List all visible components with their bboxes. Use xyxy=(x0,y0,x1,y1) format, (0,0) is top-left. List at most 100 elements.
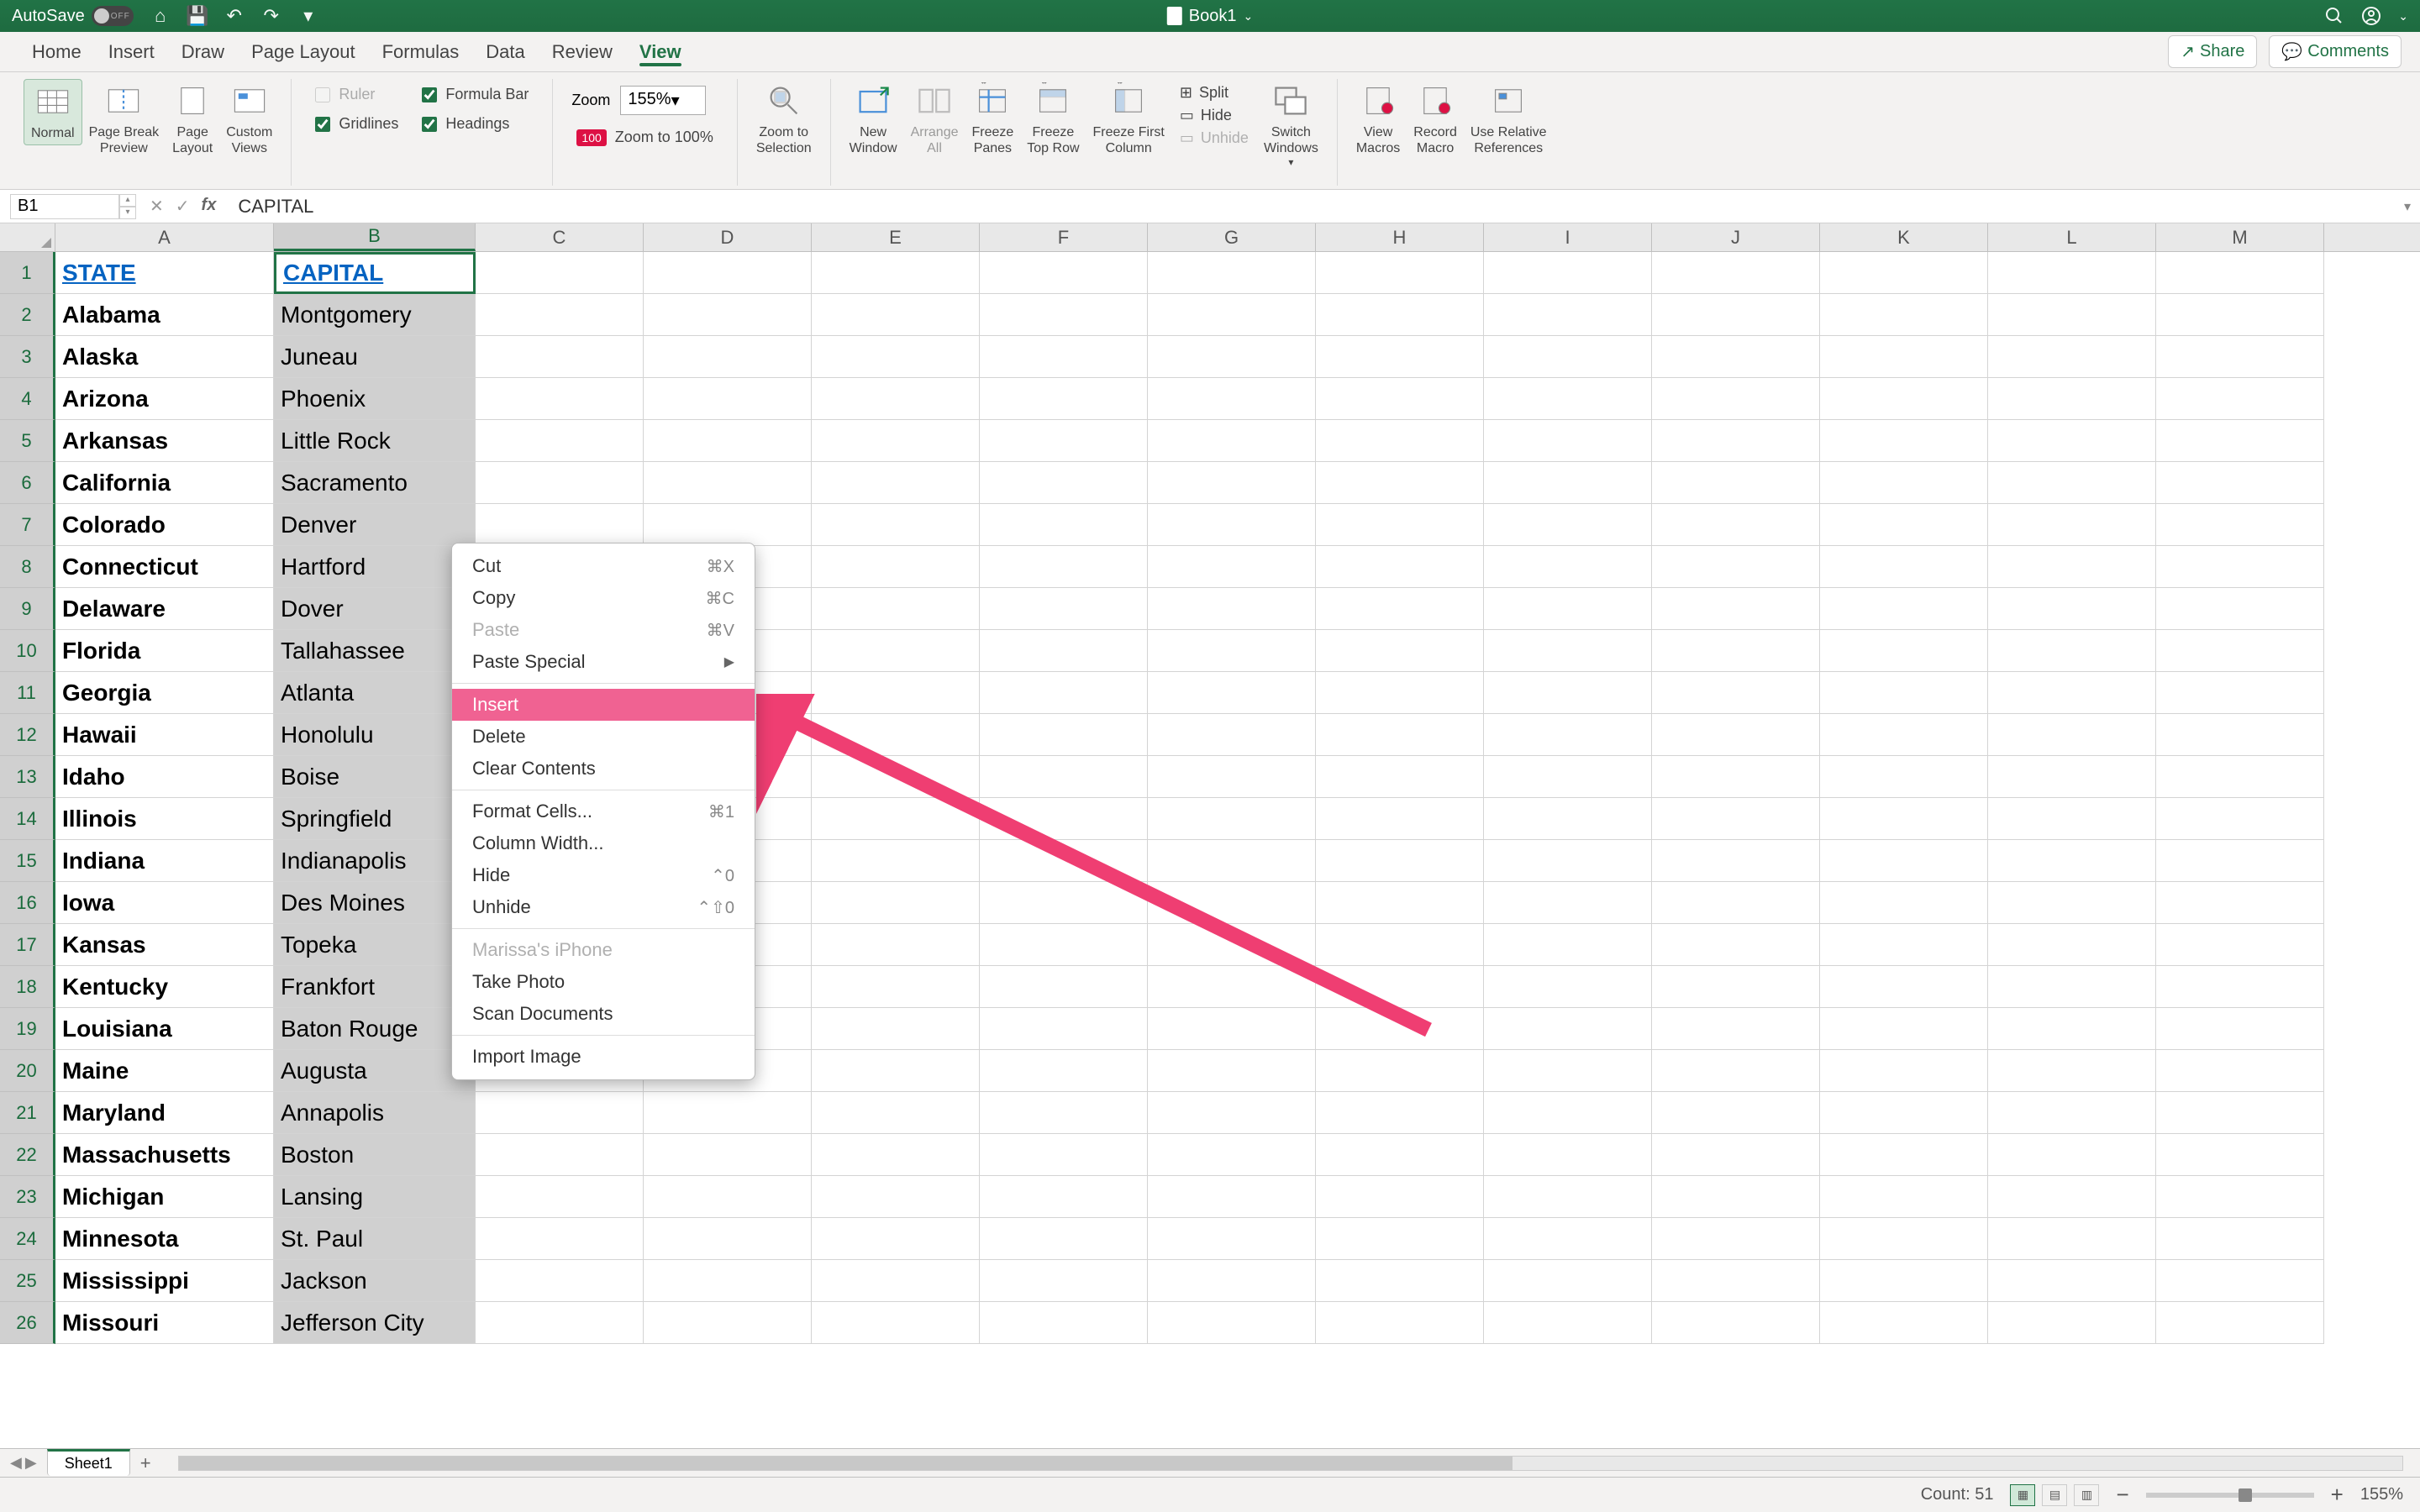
cell-B4[interactable]: Phoenix xyxy=(274,378,476,420)
cell-K19[interactable] xyxy=(1820,1008,1988,1050)
record-macro-button[interactable]: Record Macro xyxy=(1407,79,1464,160)
row-header[interactable]: 8 xyxy=(0,546,55,588)
cell-L17[interactable] xyxy=(1988,924,2156,966)
cell-M4[interactable] xyxy=(2156,378,2324,420)
row-header[interactable]: 16 xyxy=(0,882,55,924)
cell-F25[interactable] xyxy=(980,1260,1148,1302)
cell-C21[interactable] xyxy=(476,1092,644,1134)
cell-G22[interactable] xyxy=(1148,1134,1316,1176)
cell-G11[interactable] xyxy=(1148,672,1316,714)
cell-D22[interactable] xyxy=(644,1134,812,1176)
arrange-all-button[interactable]: Arrange All xyxy=(904,79,965,160)
cell-C2[interactable] xyxy=(476,294,644,336)
tab-formulas[interactable]: Formulas xyxy=(369,32,473,71)
cell-E16[interactable] xyxy=(812,882,980,924)
cell-F3[interactable] xyxy=(980,336,1148,378)
normal-view-icon[interactable]: ▦ xyxy=(2010,1484,2035,1506)
cell-G8[interactable] xyxy=(1148,546,1316,588)
cell-H16[interactable] xyxy=(1316,882,1484,924)
context-menu-insert[interactable]: Insert xyxy=(452,689,755,721)
cell-L19[interactable] xyxy=(1988,1008,2156,1050)
ruler-checkbox[interactable]: Ruler xyxy=(315,86,398,103)
cell-G26[interactable] xyxy=(1148,1302,1316,1344)
cell-E24[interactable] xyxy=(812,1218,980,1260)
cell-G25[interactable] xyxy=(1148,1260,1316,1302)
cell-I18[interactable] xyxy=(1484,966,1652,1008)
cell-G20[interactable] xyxy=(1148,1050,1316,1092)
cell-E10[interactable] xyxy=(812,630,980,672)
cell-B22[interactable]: Boston xyxy=(274,1134,476,1176)
cell-A10[interactable]: Florida xyxy=(55,630,274,672)
column-header-B[interactable]: B xyxy=(274,223,476,251)
cell-E26[interactable] xyxy=(812,1302,980,1344)
context-menu-paste-special[interactable]: Paste Special▶ xyxy=(452,646,755,678)
cell-G5[interactable] xyxy=(1148,420,1316,462)
cell-F11[interactable] xyxy=(980,672,1148,714)
cell-K17[interactable] xyxy=(1820,924,1988,966)
cell-B21[interactable]: Annapolis xyxy=(274,1092,476,1134)
row-header[interactable]: 15 xyxy=(0,840,55,882)
column-header-K[interactable]: K xyxy=(1820,223,1988,251)
cell-E13[interactable] xyxy=(812,756,980,798)
cell-H24[interactable] xyxy=(1316,1218,1484,1260)
context-menu-format-cells-[interactable]: Format Cells...⌘1 xyxy=(452,795,755,827)
cell-E22[interactable] xyxy=(812,1134,980,1176)
page-layout-view-icon[interactable]: ▤ xyxy=(2042,1484,2067,1506)
cell-F18[interactable] xyxy=(980,966,1148,1008)
zoom-slider[interactable] xyxy=(2146,1493,2314,1498)
spreadsheet-grid[interactable]: ABCDEFGHIJKLM 1STATECAPITAL2AlabamaMontg… xyxy=(0,223,2420,1425)
cell-F21[interactable] xyxy=(980,1092,1148,1134)
cell-J5[interactable] xyxy=(1652,420,1820,462)
cell-E9[interactable] xyxy=(812,588,980,630)
cell-M24[interactable] xyxy=(2156,1218,2324,1260)
zoom-100-button[interactable]: 100 Zoom to 100% xyxy=(565,122,724,153)
cell-H1[interactable] xyxy=(1316,252,1484,294)
cell-E21[interactable] xyxy=(812,1092,980,1134)
select-all-corner[interactable] xyxy=(0,223,55,251)
cell-H17[interactable] xyxy=(1316,924,1484,966)
cell-L15[interactable] xyxy=(1988,840,2156,882)
row-header[interactable]: 19 xyxy=(0,1008,55,1050)
cell-B16[interactable]: Des Moines xyxy=(274,882,476,924)
cell-A4[interactable]: Arizona xyxy=(55,378,274,420)
cell-G19[interactable] xyxy=(1148,1008,1316,1050)
cell-F10[interactable] xyxy=(980,630,1148,672)
cell-I25[interactable] xyxy=(1484,1260,1652,1302)
cell-J23[interactable] xyxy=(1652,1176,1820,1218)
cell-J13[interactable] xyxy=(1652,756,1820,798)
cell-J7[interactable] xyxy=(1652,504,1820,546)
cell-K7[interactable] xyxy=(1820,504,1988,546)
row-header[interactable]: 14 xyxy=(0,798,55,840)
cell-H9[interactable] xyxy=(1316,588,1484,630)
cell-K20[interactable] xyxy=(1820,1050,1988,1092)
cell-H13[interactable] xyxy=(1316,756,1484,798)
cell-D7[interactable] xyxy=(644,504,812,546)
cell-J1[interactable] xyxy=(1652,252,1820,294)
cell-L7[interactable] xyxy=(1988,504,2156,546)
cell-L13[interactable] xyxy=(1988,756,2156,798)
tab-insert[interactable]: Insert xyxy=(95,32,168,71)
context-menu-import-image[interactable]: Import Image xyxy=(452,1041,755,1073)
cell-E6[interactable] xyxy=(812,462,980,504)
cell-H3[interactable] xyxy=(1316,336,1484,378)
view-custom-button[interactable]: Custom Views xyxy=(219,79,279,160)
cell-K13[interactable] xyxy=(1820,756,1988,798)
cell-G23[interactable] xyxy=(1148,1176,1316,1218)
cell-C6[interactable] xyxy=(476,462,644,504)
save-icon[interactable]: 💾 xyxy=(187,6,208,26)
page-break-view-icon[interactable]: ▥ xyxy=(2074,1484,2099,1506)
cell-I1[interactable] xyxy=(1484,252,1652,294)
cell-M6[interactable] xyxy=(2156,462,2324,504)
cell-E8[interactable] xyxy=(812,546,980,588)
cell-H14[interactable] xyxy=(1316,798,1484,840)
cell-L21[interactable] xyxy=(1988,1092,2156,1134)
cell-L2[interactable] xyxy=(1988,294,2156,336)
cell-I8[interactable] xyxy=(1484,546,1652,588)
column-header-J[interactable]: J xyxy=(1652,223,1820,251)
cell-H25[interactable] xyxy=(1316,1260,1484,1302)
freeze-panes-button[interactable]: * Freeze Panes xyxy=(965,79,1020,160)
cell-E2[interactable] xyxy=(812,294,980,336)
cell-M3[interactable] xyxy=(2156,336,2324,378)
home-icon[interactable]: ⌂ xyxy=(150,6,171,26)
cell-J16[interactable] xyxy=(1652,882,1820,924)
